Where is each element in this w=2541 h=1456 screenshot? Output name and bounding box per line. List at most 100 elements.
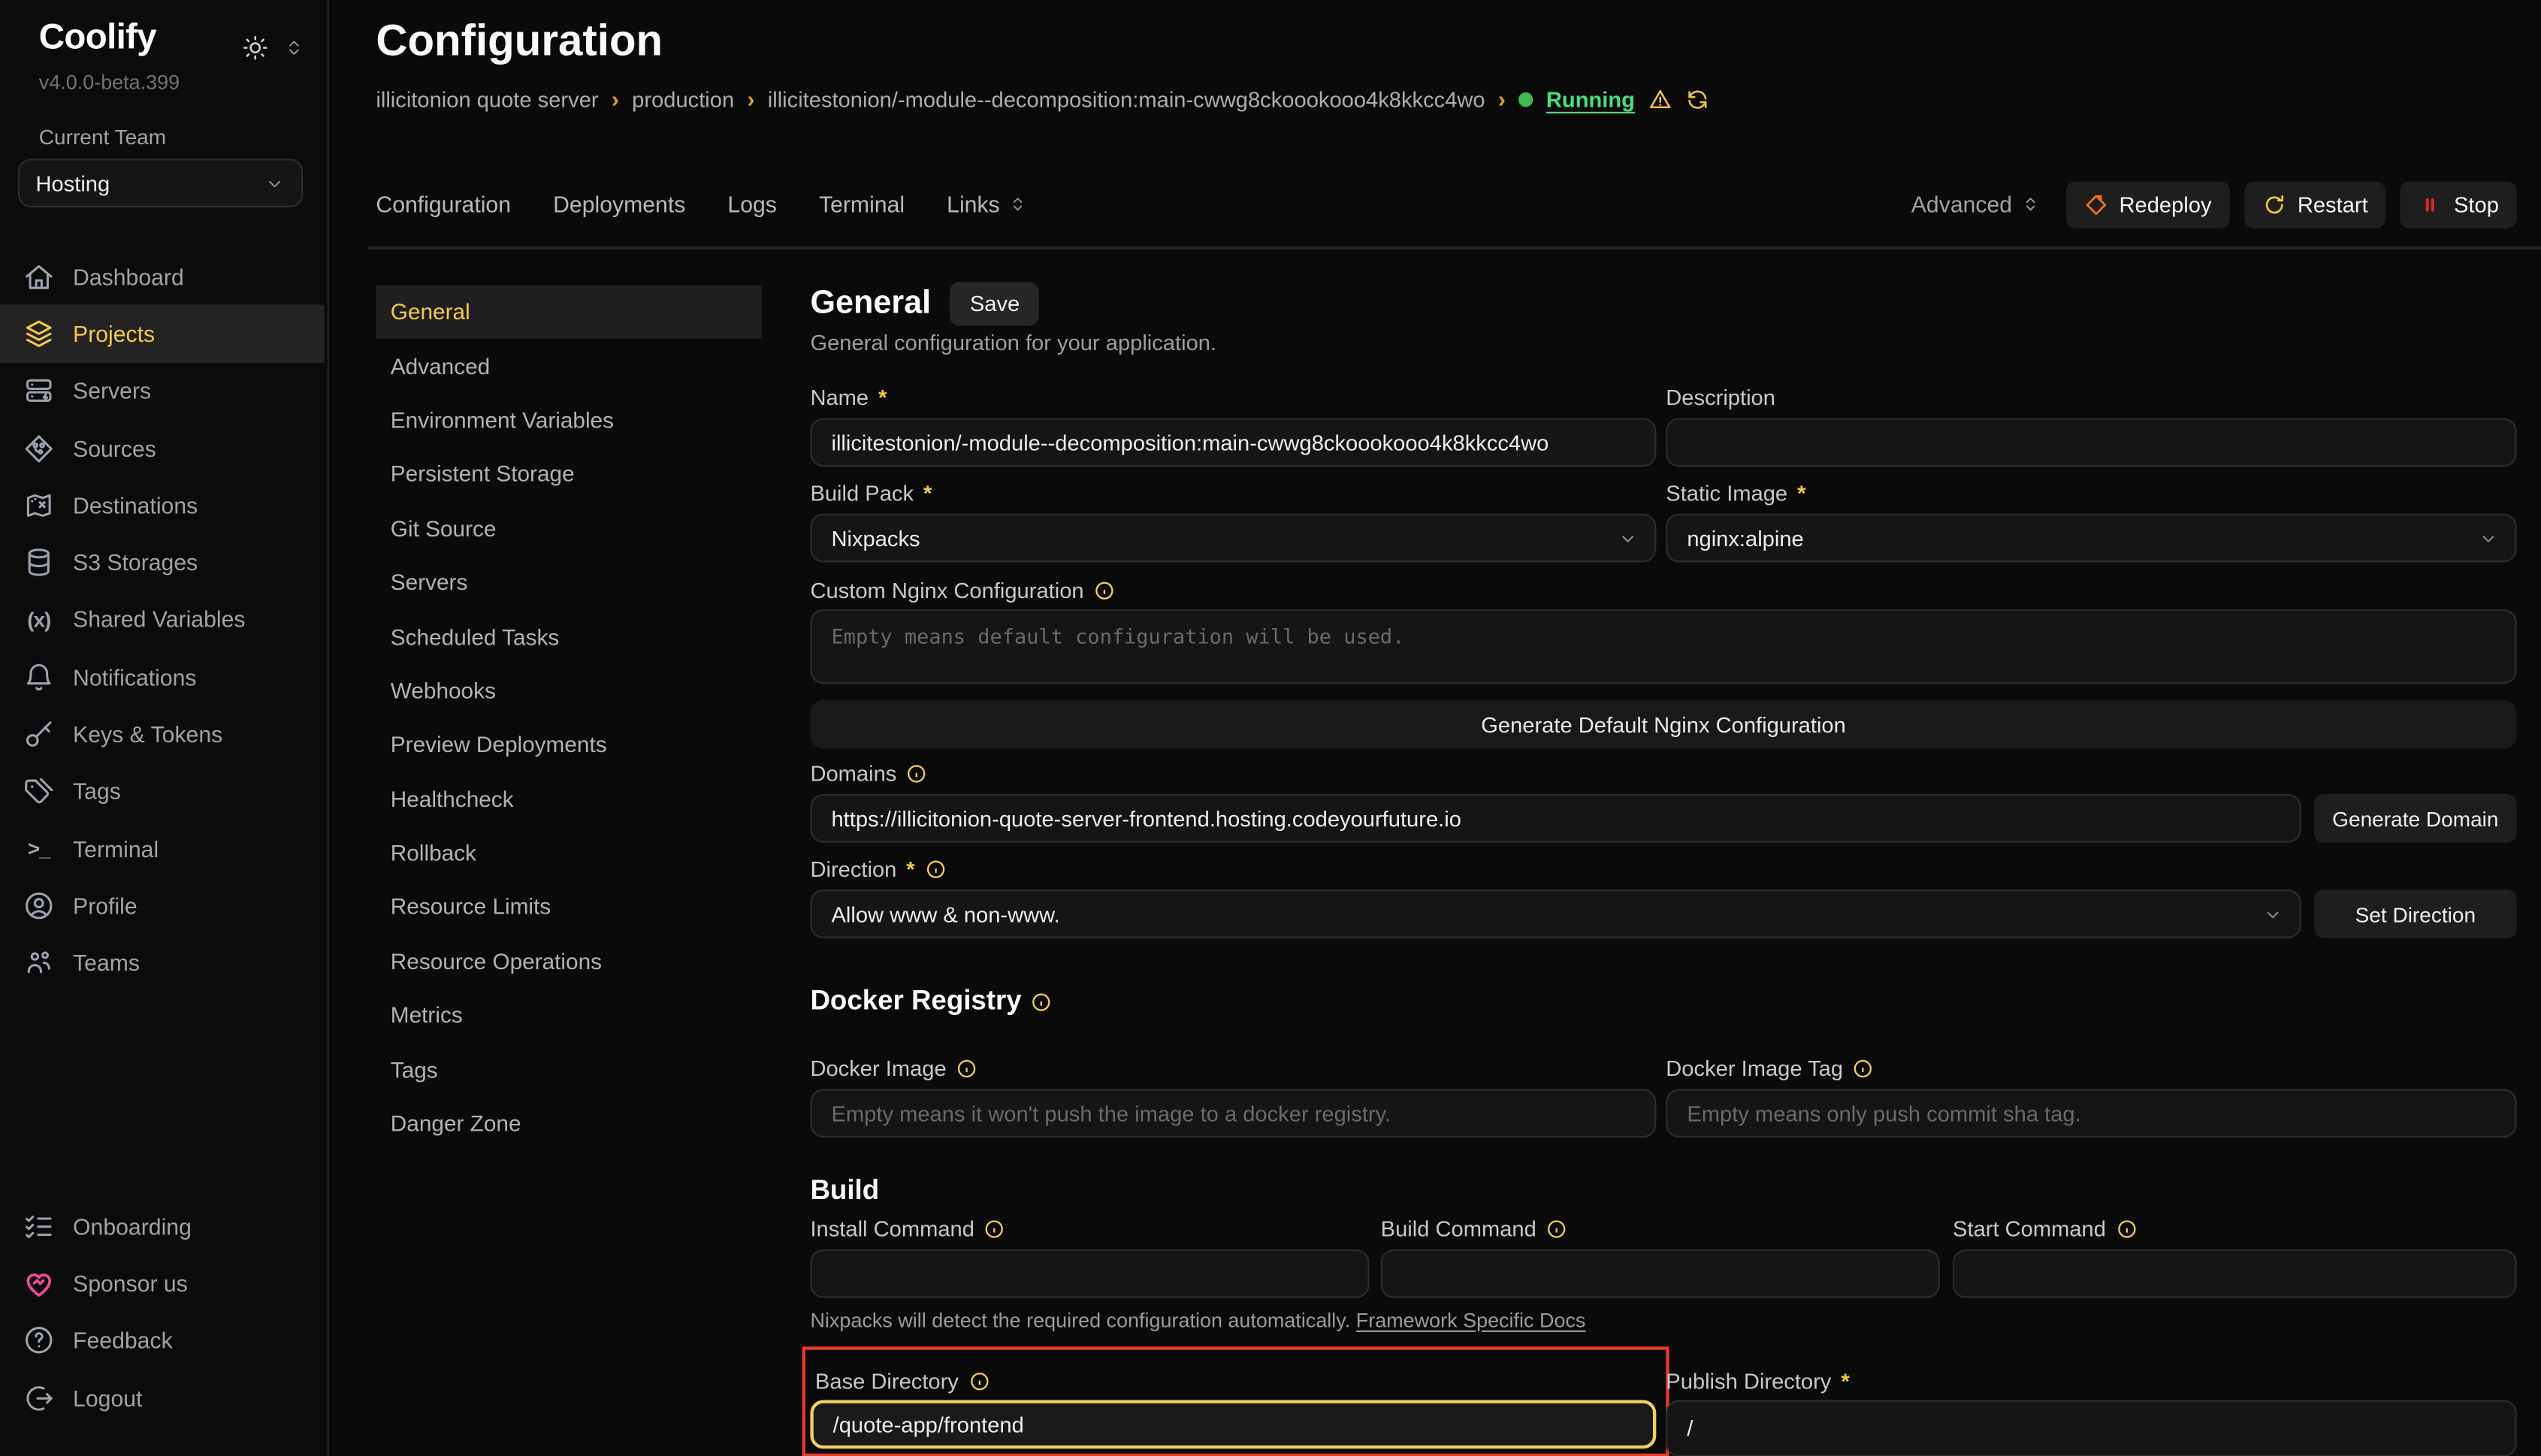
info-icon[interactable] [906, 763, 927, 784]
git-source-icon [23, 432, 55, 464]
subnav-rollback[interactable]: Rollback [376, 826, 761, 881]
users-icon [23, 947, 55, 979]
breadcrumb-environment[interactable]: production [632, 86, 734, 110]
info-icon[interactable] [956, 1058, 977, 1079]
custom-nginx-textarea[interactable] [810, 609, 2516, 684]
advanced-dropdown[interactable]: Advanced [1911, 192, 2040, 218]
name-input[interactable] [810, 418, 1656, 467]
info-icon[interactable] [1546, 1219, 1567, 1240]
theme-selector-icon[interactable] [283, 38, 304, 59]
stop-icon [2419, 192, 2443, 216]
static-image-select[interactable]: nginx:alpine [1666, 514, 2516, 563]
subnav-git-source[interactable]: Git Source [376, 502, 761, 556]
subnav-resource-operations[interactable]: Resource Operations [376, 935, 761, 989]
team-select[interactable]: Hosting [18, 159, 304, 207]
sidebar-item-destinations[interactable]: Destinations [0, 477, 324, 534]
publish-directory-input[interactable] [1666, 1400, 2516, 1456]
bell-icon [23, 660, 55, 693]
subnav-webhooks[interactable]: Webhooks [376, 664, 761, 718]
breadcrumb-application[interactable]: illicitestonion/-module--decomposition:m… [768, 86, 1485, 110]
sidebar-item-tags[interactable]: Tags [0, 763, 324, 820]
tab-links[interactable]: Links [947, 192, 1027, 218]
info-icon[interactable] [1853, 1058, 1874, 1079]
chevron-down-icon [2262, 903, 2283, 924]
framework-docs-link[interactable]: Framework Specific Docs [1356, 1309, 1586, 1332]
generate-nginx-button[interactable]: Generate Default Nginx Configuration [810, 700, 2516, 749]
user-circle-icon [23, 890, 55, 922]
subnav-danger-zone[interactable]: Danger Zone [376, 1097, 761, 1151]
selector-icon [1008, 195, 1027, 214]
subnav-healthcheck[interactable]: Healthcheck [376, 772, 761, 826]
subnav-servers[interactable]: Servers [376, 556, 761, 610]
direction-select[interactable]: Allow www & non-www. [810, 890, 2301, 938]
tab-deployments[interactable]: Deployments [553, 192, 685, 218]
tab-logs[interactable]: Logs [727, 192, 776, 218]
subnav-scheduled-tasks[interactable]: Scheduled Tasks [376, 610, 761, 664]
sidebar-item-dashboard[interactable]: Dashboard [0, 248, 324, 305]
redeploy-button[interactable]: Redeploy [2065, 180, 2229, 228]
set-direction-button[interactable]: Set Direction [2314, 890, 2517, 938]
tab-configuration[interactable]: Configuration [376, 192, 511, 218]
sidebar-item-notifications[interactable]: Notifications [0, 648, 324, 705]
domains-input[interactable] [810, 794, 2301, 843]
stop-button[interactable]: Stop [2401, 180, 2517, 228]
docker-image-input[interactable] [810, 1089, 1656, 1137]
sidebar-item-shared-variables[interactable]: (x) Shared Variables [0, 591, 324, 648]
sidebar-item-projects[interactable]: Projects [0, 305, 324, 362]
sidebar-item-profile[interactable]: Profile [0, 877, 324, 934]
theme-sun-icon[interactable] [241, 34, 269, 62]
tab-terminal[interactable]: Terminal [819, 192, 905, 218]
docker-image-tag-input[interactable] [1666, 1089, 2516, 1137]
sidebar-item-keys-tokens[interactable]: Keys & Tokens [0, 705, 324, 763]
sidebar-item-servers[interactable]: Servers [0, 362, 324, 419]
sidebar-item-s3-storages[interactable]: S3 Storages [0, 534, 324, 591]
subnav-advanced[interactable]: Advanced [376, 340, 761, 394]
subnav-general[interactable]: General [376, 285, 761, 340]
status-running-link[interactable]: Running [1546, 86, 1635, 110]
subnav-tags[interactable]: Tags [376, 1043, 761, 1097]
info-icon[interactable] [1094, 580, 1115, 601]
generate-domain-button[interactable]: Generate Domain [2314, 794, 2517, 843]
restart-button[interactable]: Restart [2244, 180, 2386, 228]
sidebar: Coolify v4.0.0-beta.399 Current Team Hos… [0, 0, 329, 1456]
tab-divider [368, 246, 2541, 249]
base-directory-input[interactable] [810, 1400, 1656, 1449]
refresh-icon[interactable] [1685, 86, 1709, 110]
sidebar-item-logout[interactable]: Logout [0, 1369, 324, 1426]
custom-nginx-label: Custom Nginx Configuration [810, 578, 1114, 603]
breadcrumb-project[interactable]: illicitonion quote server [376, 86, 598, 110]
current-team-label: Current Team [39, 125, 166, 149]
info-icon[interactable] [925, 859, 946, 880]
save-button[interactable]: Save [950, 282, 1039, 325]
sidebar-footer: Onboarding Sponsor us Feedback Logout [0, 1198, 324, 1427]
start-command-input[interactable] [1953, 1249, 2517, 1298]
docker-registry-heading: Docker Registry [810, 985, 1052, 1017]
description-input[interactable] [1666, 418, 2516, 467]
terminal-icon: >_ [23, 832, 55, 865]
info-icon[interactable] [1032, 991, 1053, 1012]
build-command-input[interactable] [1381, 1249, 1940, 1298]
subnav-persistent-storage[interactable]: Persistent Storage [376, 448, 761, 502]
sidebar-item-sponsor-us[interactable]: Sponsor us [0, 1255, 324, 1312]
install-command-input[interactable] [810, 1249, 1369, 1298]
app-logo[interactable]: Coolify [39, 17, 156, 59]
heart-icon [23, 1267, 55, 1300]
sidebar-item-teams[interactable]: Teams [0, 935, 324, 992]
build-pack-select[interactable]: Nixpacks [810, 514, 1656, 563]
status-dot [1518, 92, 1533, 106]
info-icon[interactable] [968, 1371, 990, 1392]
warning-icon[interactable] [1648, 86, 1672, 110]
info-icon[interactable] [984, 1219, 1005, 1240]
sidebar-item-terminal[interactable]: >_ Terminal [0, 820, 324, 877]
sidebar-item-onboarding[interactable]: Onboarding [0, 1198, 324, 1255]
subnav-environment-variables[interactable]: Environment Variables [376, 394, 761, 448]
build-heading: Build [810, 1175, 879, 1207]
info-icon[interactable] [2116, 1219, 2137, 1240]
direction-label: Direction* [810, 857, 945, 881]
subnav-resource-limits[interactable]: Resource Limits [376, 881, 761, 935]
subnav-preview-deployments[interactable]: Preview Deployments [376, 718, 761, 772]
sidebar-item-sources[interactable]: Sources [0, 419, 324, 476]
subnav-metrics[interactable]: Metrics [376, 989, 761, 1043]
sidebar-item-feedback[interactable]: Feedback [0, 1312, 324, 1369]
app-version: v4.0.0-beta.399 [39, 71, 180, 94]
